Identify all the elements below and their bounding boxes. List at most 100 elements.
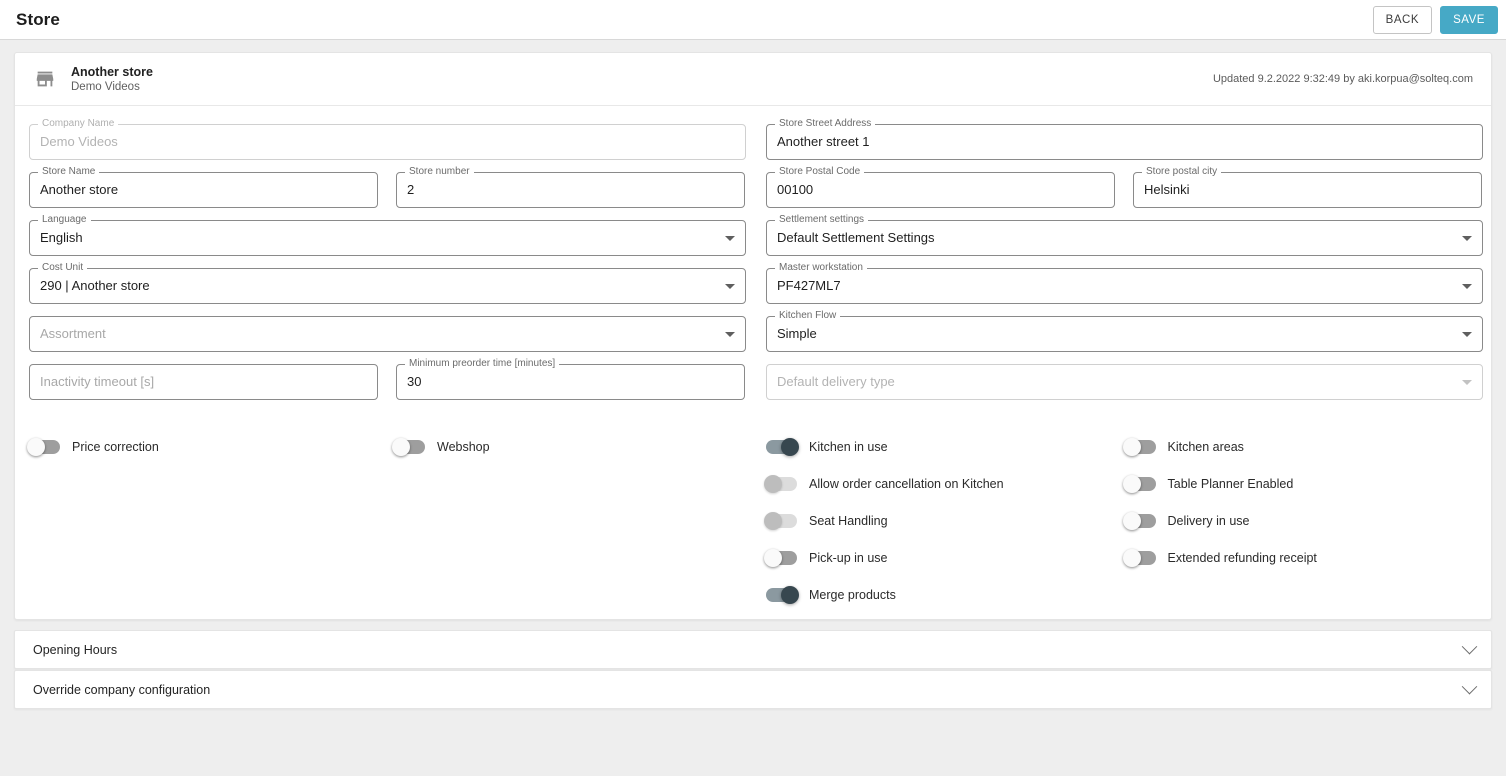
seat-handling-label: Seat Handling bbox=[809, 514, 888, 528]
company-name-value: Demo Videos bbox=[40, 134, 118, 150]
chevron-down-icon[interactable] bbox=[1462, 679, 1478, 695]
chevron-down-icon bbox=[1462, 380, 1472, 385]
company-name-field: Company Name Demo Videos bbox=[29, 124, 746, 160]
toggle-column-right: Kitchen in use Kitchen areas Allow order… bbox=[766, 428, 1483, 613]
store-postal-code-field[interactable]: Store Postal Code 00100 bbox=[766, 172, 1115, 208]
panel-opening-hours[interactable]: Opening Hours bbox=[14, 630, 1492, 669]
minimum-preorder-time-label: Minimum preorder time [minutes] bbox=[405, 358, 559, 370]
chevron-down-icon bbox=[725, 284, 735, 289]
toggle-group-left: Price correction Webshop bbox=[29, 428, 746, 465]
store-name-field[interactable]: Store Name Another store bbox=[29, 172, 378, 208]
chevron-down-icon bbox=[1462, 236, 1472, 241]
store-street-address-value: Another street 1 bbox=[777, 134, 870, 150]
language-select[interactable]: Language English bbox=[29, 220, 746, 256]
page-content: Another store Demo Videos Updated 9.2.20… bbox=[0, 40, 1506, 776]
store-street-address-field[interactable]: Store Street Address Another street 1 bbox=[766, 124, 1483, 160]
toggle-kitchen-areas[interactable]: Kitchen areas bbox=[1125, 428, 1484, 465]
page-title: Store bbox=[16, 10, 60, 30]
cost-unit-label: Cost Unit bbox=[38, 262, 87, 274]
minimum-preorder-time-input[interactable]: Minimum preorder time [minutes] 30 bbox=[396, 364, 745, 400]
toggle-price-correction[interactable]: Price correction bbox=[29, 428, 394, 465]
assortment-select[interactable]: Assortment bbox=[29, 316, 746, 352]
row-company-name: Company Name Demo Videos bbox=[29, 124, 746, 160]
store-postal-code-label: Store Postal Code bbox=[775, 166, 864, 178]
toggle-table-planner-enabled[interactable]: Table Planner Enabled bbox=[1125, 465, 1484, 502]
extended-refunding-receipt-switch[interactable] bbox=[1125, 551, 1156, 565]
inactivity-timeout-input[interactable]: Inactivity timeout [s] bbox=[29, 364, 378, 400]
app-bar: Store BACK SAVE bbox=[0, 0, 1506, 40]
panel-opening-hours-title: Opening Hours bbox=[33, 643, 117, 657]
toggle-area: Price correction Webshop Kitchen in use bbox=[29, 428, 1477, 613]
cost-unit-value: 290 | Another store bbox=[40, 278, 150, 294]
chevron-down-icon bbox=[1462, 332, 1472, 337]
toggle-extended-refunding-receipt[interactable]: Extended refunding receipt bbox=[1125, 539, 1484, 576]
form-column-left: Company Name Demo Videos Store Name Anot… bbox=[29, 124, 746, 412]
pick-up-in-use-switch[interactable] bbox=[766, 551, 797, 565]
assortment-placeholder: Assortment bbox=[40, 326, 106, 342]
row-language: Language English bbox=[29, 220, 746, 256]
default-delivery-type-select: Default delivery type bbox=[766, 364, 1483, 400]
row-cost-unit: Cost Unit 290 | Another store bbox=[29, 268, 746, 304]
panel-override-company-configuration[interactable]: Override company configuration bbox=[14, 670, 1492, 709]
form-column-right: Store Street Address Another street 1 St… bbox=[766, 124, 1483, 412]
price-correction-switch[interactable] bbox=[29, 440, 60, 454]
store-card: Another store Demo Videos Updated 9.2.20… bbox=[14, 52, 1492, 620]
store-name-value: Another store bbox=[40, 182, 118, 198]
toggle-merge-products[interactable]: Merge products bbox=[766, 576, 1125, 613]
toggle-column-left: Price correction Webshop bbox=[29, 428, 746, 613]
minimum-preorder-time-value: 30 bbox=[407, 374, 421, 390]
company-name-label: Company Name bbox=[38, 118, 118, 130]
kitchen-flow-label: Kitchen Flow bbox=[775, 310, 840, 322]
store-postal-city-field[interactable]: Store postal city Helsinki bbox=[1133, 172, 1482, 208]
delivery-in-use-switch[interactable] bbox=[1125, 514, 1156, 528]
store-postal-city-value: Helsinki bbox=[1144, 182, 1190, 198]
store-street-address-label: Store Street Address bbox=[775, 118, 875, 130]
chevron-down-icon bbox=[1462, 284, 1472, 289]
price-correction-label: Price correction bbox=[72, 440, 159, 454]
master-workstation-label: Master workstation bbox=[775, 262, 867, 274]
allow-order-cancellation-label: Allow order cancellation on Kitchen bbox=[809, 477, 1004, 491]
settlement-settings-value: Default Settlement Settings bbox=[777, 230, 935, 246]
language-label: Language bbox=[38, 214, 91, 226]
toggle-kitchen-in-use[interactable]: Kitchen in use bbox=[766, 428, 1125, 465]
inactivity-timeout-placeholder: Inactivity timeout [s] bbox=[40, 374, 154, 390]
store-number-value: 2 bbox=[407, 182, 414, 198]
chevron-down-icon bbox=[725, 236, 735, 241]
webshop-label: Webshop bbox=[437, 440, 490, 454]
row-kitchen-flow: Kitchen Flow Simple bbox=[766, 316, 1483, 352]
save-button[interactable]: SAVE bbox=[1440, 6, 1498, 34]
form-columns: Company Name Demo Videos Store Name Anot… bbox=[29, 124, 1477, 412]
table-planner-enabled-switch[interactable] bbox=[1125, 477, 1156, 491]
master-workstation-select[interactable]: Master workstation PF427ML7 bbox=[766, 268, 1483, 304]
kitchen-areas-switch[interactable] bbox=[1125, 440, 1156, 454]
merge-products-label: Merge products bbox=[809, 588, 896, 602]
kitchen-in-use-switch[interactable] bbox=[766, 440, 797, 454]
toggle-group-right: Kitchen in use Kitchen areas Allow order… bbox=[766, 428, 1483, 613]
row-assortment: Assortment bbox=[29, 316, 746, 352]
language-value: English bbox=[40, 230, 83, 246]
back-button[interactable]: BACK bbox=[1373, 6, 1432, 34]
store-postal-code-value: 00100 bbox=[777, 182, 813, 198]
pick-up-in-use-label: Pick-up in use bbox=[809, 551, 888, 565]
merge-products-switch[interactable] bbox=[766, 588, 797, 602]
row-street-address: Store Street Address Another street 1 bbox=[766, 124, 1483, 160]
store-number-field[interactable]: Store number 2 bbox=[396, 172, 745, 208]
settlement-settings-select[interactable]: Settlement settings Default Settlement S… bbox=[766, 220, 1483, 256]
cost-unit-select[interactable]: Cost Unit 290 | Another store bbox=[29, 268, 746, 304]
kitchen-flow-select[interactable]: Kitchen Flow Simple bbox=[766, 316, 1483, 352]
toggle-delivery-in-use[interactable]: Delivery in use bbox=[1125, 502, 1484, 539]
default-delivery-type-placeholder: Default delivery type bbox=[777, 374, 895, 390]
toggle-pick-up-in-use[interactable]: Pick-up in use bbox=[766, 539, 1125, 576]
delivery-in-use-label: Delivery in use bbox=[1168, 514, 1250, 528]
seat-handling-switch bbox=[766, 514, 797, 528]
webshop-switch[interactable] bbox=[394, 440, 425, 454]
toggle-webshop[interactable]: Webshop bbox=[394, 428, 490, 465]
chevron-down-icon bbox=[725, 332, 735, 337]
accordion-panels: Opening Hours Override company configura… bbox=[14, 630, 1492, 709]
updated-info: Updated 9.2.2022 9:32:49 by aki.korpua@s… bbox=[1213, 73, 1475, 85]
master-workstation-value: PF427ML7 bbox=[777, 278, 841, 294]
allow-order-cancellation-switch bbox=[766, 477, 797, 491]
store-postal-city-label: Store postal city bbox=[1142, 166, 1221, 178]
settlement-settings-label: Settlement settings bbox=[775, 214, 868, 226]
chevron-down-icon[interactable] bbox=[1462, 639, 1478, 655]
